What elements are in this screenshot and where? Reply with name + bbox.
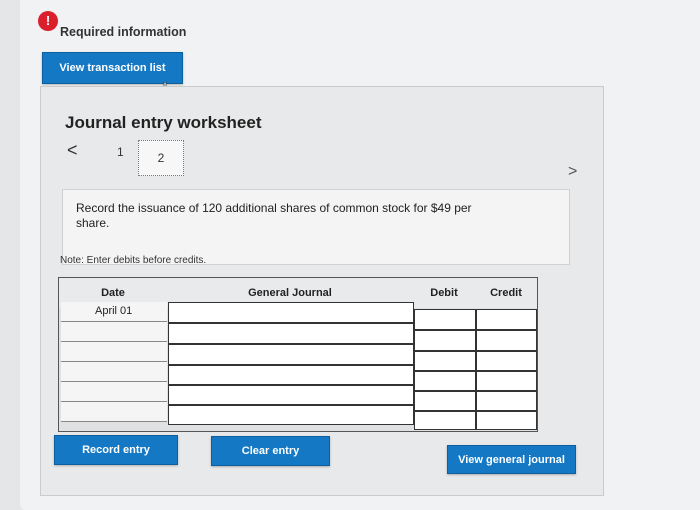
previous-page-chevron-icon[interactable]: < (67, 140, 78, 161)
credit-input[interactable] (476, 351, 537, 371)
page-1-tab[interactable]: 1 (117, 145, 124, 159)
credit-input[interactable] (476, 411, 537, 430)
date-cell (61, 322, 167, 342)
debit-input[interactable] (414, 371, 476, 391)
worksheet-title: Journal entry worksheet (65, 113, 262, 132)
account-input[interactable] (168, 365, 414, 385)
page-2-label: 2 (157, 151, 165, 165)
account-input[interactable] (168, 405, 414, 425)
alert-icon: ! (38, 11, 58, 31)
debit-input[interactable] (414, 411, 476, 430)
credit-input[interactable] (476, 371, 537, 391)
credit-input[interactable] (476, 309, 537, 330)
debit-input[interactable] (414, 391, 476, 411)
debit-input[interactable] (414, 309, 476, 330)
credit-input[interactable] (476, 330, 537, 351)
date-cell (61, 402, 167, 422)
transaction-prompt: Record the issuance of 120 additional sh… (76, 201, 472, 230)
account-input[interactable] (168, 323, 414, 344)
view-general-journal-button[interactable]: View general journal (447, 445, 576, 474)
entry-note: Note: Enter debits before credits. (60, 255, 207, 266)
transaction-prompt-box: Record the issuance of 120 additional sh… (62, 189, 570, 265)
date-cell: April 01 (61, 302, 167, 322)
credit-input[interactable] (476, 391, 537, 411)
next-page-chevron-icon[interactable]: > (568, 163, 577, 181)
date-cell (61, 362, 167, 382)
required-information-title: Required information (60, 25, 187, 39)
journal-entry-worksheet: Journal entry worksheet < 1 2 > Record t… (40, 86, 604, 496)
journal-table: Date General Journal Debit Credit April … (58, 277, 538, 432)
record-entry-button[interactable]: Record entry (54, 435, 178, 465)
debit-input[interactable] (414, 330, 476, 351)
column-header-debit: Debit (413, 278, 476, 308)
clear-entry-button[interactable]: Clear entry (211, 436, 330, 466)
column-header-credit: Credit (475, 278, 537, 308)
date-cell (61, 382, 167, 402)
page-2-tab[interactable]: 2 (138, 140, 184, 176)
debit-input[interactable] (414, 351, 476, 371)
date-cell (61, 342, 167, 362)
account-input[interactable] (168, 344, 414, 365)
view-transaction-list-button[interactable]: View transaction list (42, 52, 183, 84)
account-input[interactable] (168, 385, 414, 405)
account-input[interactable] (168, 302, 414, 323)
